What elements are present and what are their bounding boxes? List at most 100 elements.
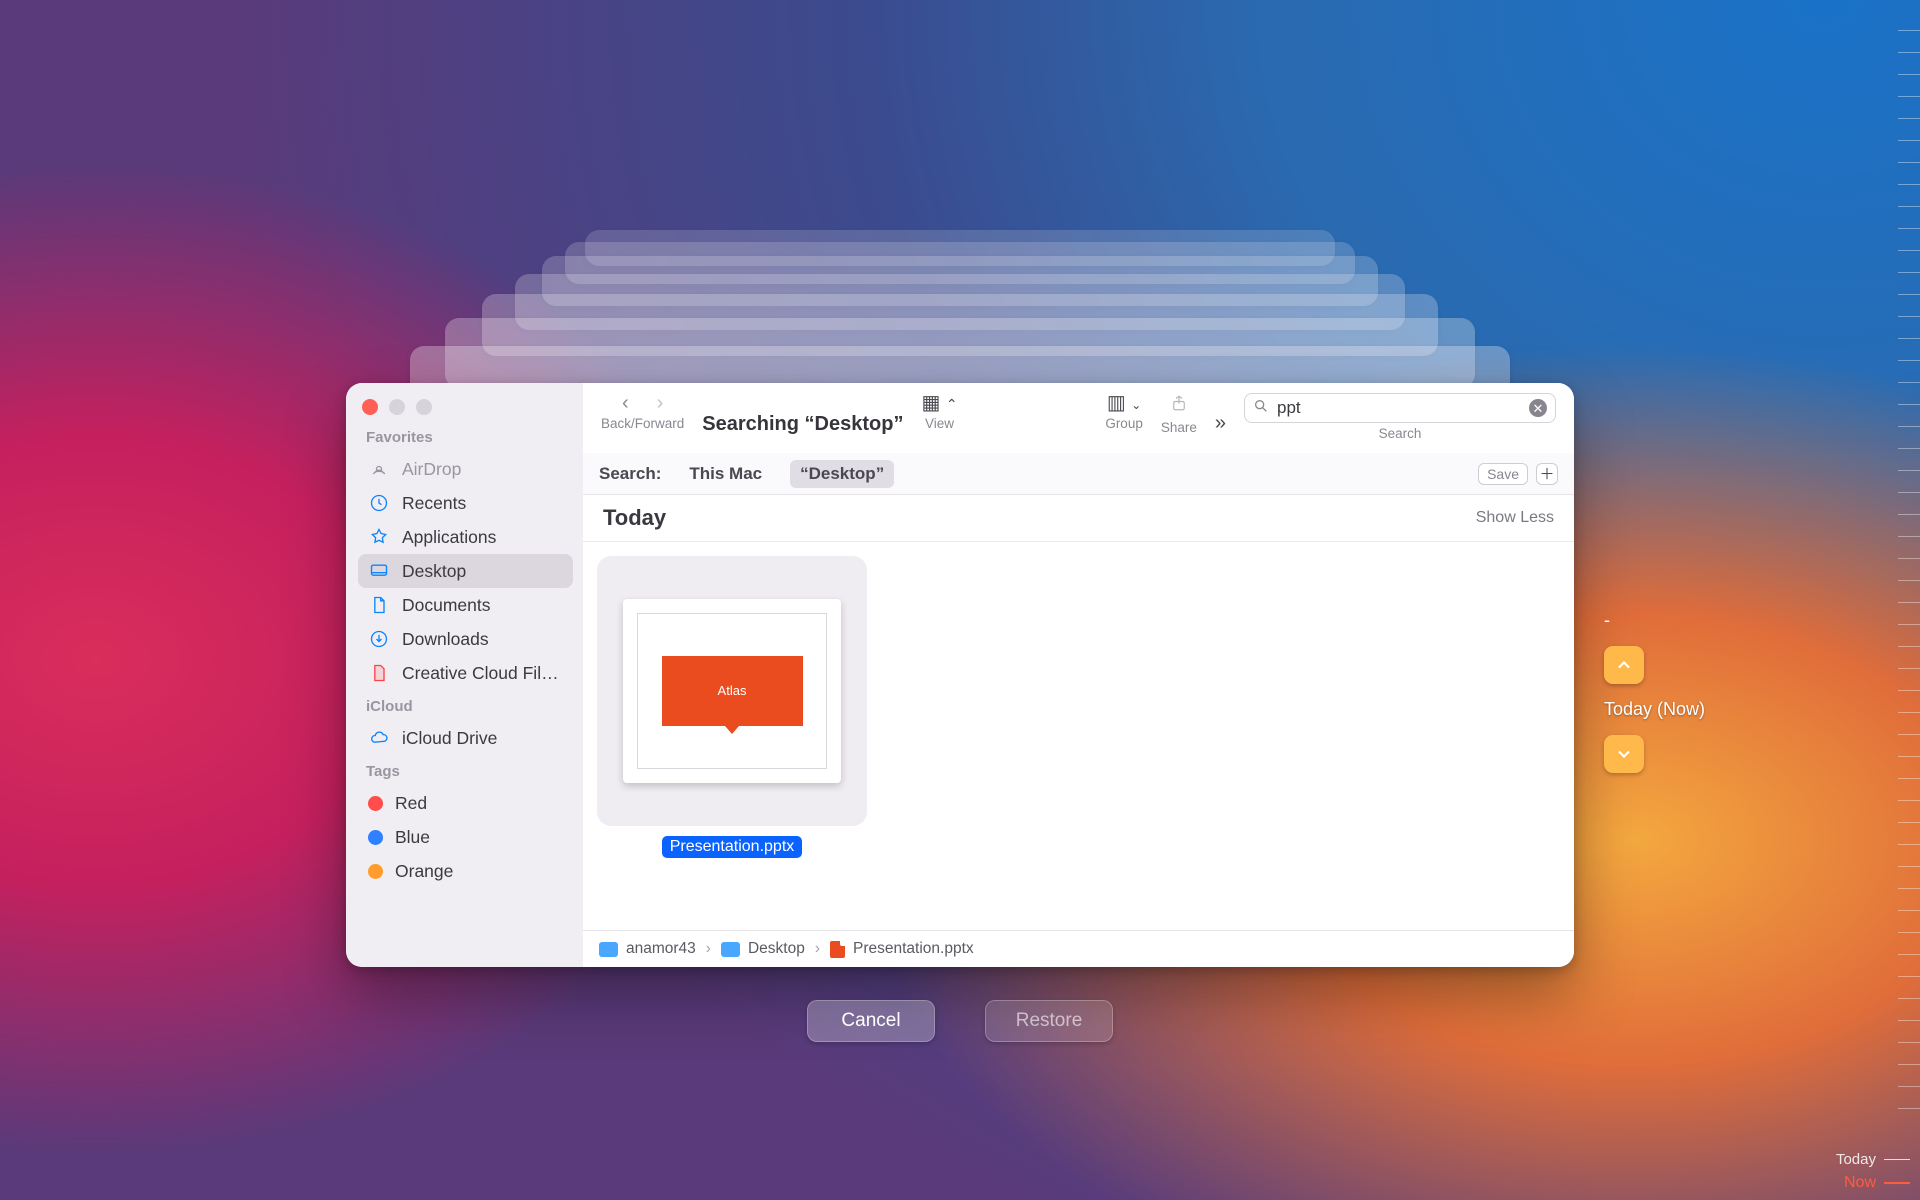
add-rule-button[interactable]: ＋ [1536,463,1558,485]
results-area: Atlas Presentation.pptx [583,542,1574,930]
sidebar-item-documents[interactable]: Documents [358,588,573,622]
toolbar: ‹ › Back/Forward Searching “Desktop” ▦ ⌃… [583,383,1574,453]
sidebar-item-label: Recents [402,493,466,514]
show-less-button[interactable]: Show Less [1476,509,1554,527]
overflow-icon[interactable]: » [1215,413,1226,433]
nav-caption: Back/Forward [601,416,684,431]
history-stack [360,230,1560,231]
timeline-now-row: Now [1844,1174,1910,1192]
file-thumbnail: Atlas [597,556,867,826]
sidebar-section-favorites: Favorites [366,429,573,446]
nav-group: ‹ › Back/Forward [601,393,684,431]
home-folder-icon [599,942,618,957]
content-area: ‹ › Back/Forward Searching “Desktop” ▦ ⌃… [583,383,1574,967]
slide-title: Atlas [718,683,747,698]
window-controls [358,395,573,415]
chevron-right-icon: › [706,940,711,958]
timeline-now-tick [1884,1182,1910,1184]
path-segment[interactable]: Desktop [748,940,805,958]
zoom-button[interactable] [416,399,432,415]
search-field[interactable]: ✕ [1244,393,1556,423]
sidebar-section-tags: Tags [366,763,573,780]
sidebar-item-label: Creative Cloud Fil… [402,663,559,684]
pptx-icon: Atlas [623,599,841,783]
restore-button[interactable]: Restore [985,1000,1113,1042]
folder-icon [721,942,740,957]
tag-dot-icon [368,796,383,811]
sidebar-item-recents[interactable]: Recents [358,486,573,520]
path-segment[interactable]: anamor43 [626,940,696,958]
desktop-icon [368,561,390,581]
sidebar-section-icloud: iCloud [366,698,573,715]
timeline-today-label: Today [1836,1151,1876,1168]
forward-button[interactable]: › [657,393,664,413]
previous-snapshot-button[interactable] [1604,646,1644,684]
creative-cloud-icon [368,663,390,683]
tag-dot-icon [368,830,383,845]
view-caption: View [925,416,954,431]
sidebar-item-label: Applications [402,527,496,548]
next-snapshot-button[interactable] [1604,735,1644,773]
results-section-title: Today [603,505,666,531]
cancel-button[interactable]: Cancel [807,1000,935,1042]
applications-icon [368,527,390,547]
window-title: Searching “Desktop” [702,411,903,436]
overflow-group: » [1215,413,1226,433]
current-snapshot-label: Today (Now) [1604,699,1705,720]
timemachine-actions: Cancel Restore [807,1000,1113,1042]
scope-current[interactable]: “Desktop” [790,460,894,488]
search-icon [1253,398,1269,419]
clear-search-button[interactable]: ✕ [1529,399,1547,417]
timeline-today-tick [1884,1159,1910,1160]
group-icon[interactable]: ▥ ⌄ [1107,393,1142,413]
search-caption: Search [1244,426,1556,441]
cloud-icon [368,728,390,748]
path-bar: anamor43 › Desktop › Presentation.pptx [583,930,1574,967]
airdrop-icon [368,459,390,479]
pptx-file-icon [830,941,845,958]
sidebar-tag-blue[interactable]: Blue [358,820,573,854]
timeline-now-label: Now [1844,1174,1876,1192]
share-caption: Share [1161,420,1197,435]
path-segment[interactable]: Presentation.pptx [853,940,974,958]
sidebar-item-label: Blue [395,827,430,848]
view-group: ▦ ⌃ View [921,393,957,431]
search-input[interactable] [1277,398,1521,418]
sidebar-item-label: Downloads [402,629,489,650]
sidebar-item-label: AirDrop [402,459,461,480]
sidebar-item-applications[interactable]: Applications [358,520,573,554]
share-group: Share [1161,393,1197,435]
group-caption: Group [1105,416,1143,431]
close-button[interactable] [362,399,378,415]
sidebar-item-downloads[interactable]: Downloads [358,622,573,656]
sidebar-item-label: Red [395,793,427,814]
sidebar-item-desktop[interactable]: Desktop [358,554,573,588]
group-group: ▥ ⌄ Group [1105,393,1143,431]
clock-icon [368,493,390,513]
sidebar-tag-red[interactable]: Red [358,786,573,820]
finder-window: Favorites AirDrop Recents Applications D… [346,383,1574,967]
tag-dot-icon [368,864,383,879]
scope-search-label: Search: [599,464,661,484]
view-icon[interactable]: ▦ ⌃ [921,393,957,413]
save-search-button[interactable]: Save [1478,463,1528,485]
sidebar-tag-orange[interactable]: Orange [358,854,573,888]
chevron-right-icon: › [815,940,820,958]
sidebar-item-icloud-drive[interactable]: iCloud Drive [358,721,573,755]
results-header: Today Show Less [583,495,1574,541]
sidebar-item-label: Documents [402,595,491,616]
file-item[interactable]: Atlas Presentation.pptx [597,556,867,858]
share-icon[interactable] [1170,393,1188,417]
back-button[interactable]: ‹ [622,393,629,413]
document-icon [368,595,390,615]
minimize-button[interactable] [389,399,405,415]
scope-this-mac[interactable]: This Mac [679,460,772,488]
sidebar-item-creative-cloud[interactable]: Creative Cloud Fil… [358,656,573,690]
download-icon [368,629,390,649]
sidebar: Favorites AirDrop Recents Applications D… [346,383,583,967]
timeline-labels: Today Now [1836,1151,1910,1192]
file-name-label[interactable]: Presentation.pptx [662,836,803,858]
sidebar-item-airdrop[interactable]: AirDrop [358,452,573,486]
timeline-today-row: Today [1836,1151,1910,1168]
sidebar-item-label: Desktop [402,561,466,582]
